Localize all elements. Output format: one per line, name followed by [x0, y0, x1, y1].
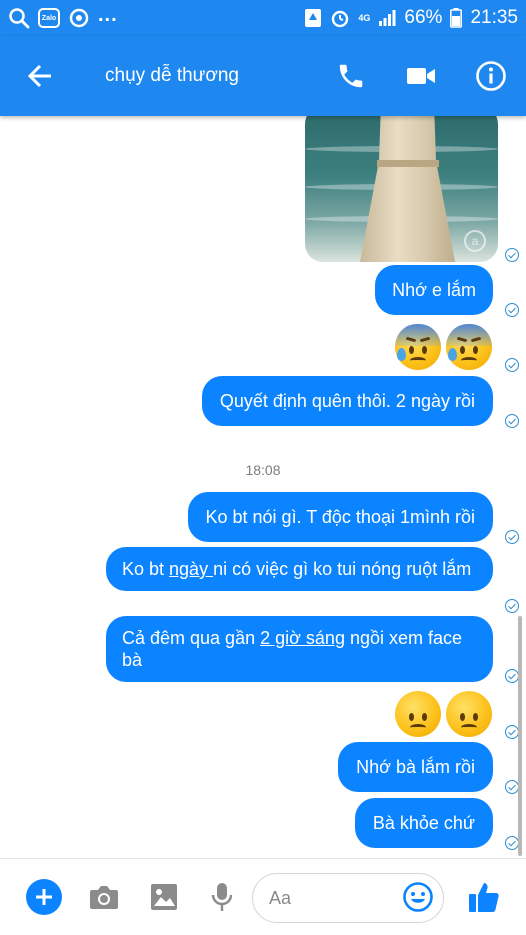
seen-check-icon — [505, 530, 519, 544]
back-arrow-icon — [27, 64, 51, 88]
photo-message[interactable]: a — [305, 116, 498, 262]
signal-icon — [379, 10, 396, 26]
info-icon — [476, 61, 506, 91]
camera-button[interactable] — [86, 879, 122, 915]
message-bubble[interactable]: Ko bt ngày ni có việc gì ko tui nóng ruộ… — [106, 547, 493, 591]
alarm-icon — [332, 10, 349, 28]
recycle-icon — [305, 9, 322, 27]
conversation-header: chụy dễ thương — [0, 36, 526, 116]
emoji-button[interactable] — [402, 881, 434, 913]
status-bar: Zalo ... 4G 66% 21:35 — [0, 0, 526, 36]
clock: 21:35 — [470, 7, 518, 28]
message-bubble[interactable]: Nhớ e lắm — [375, 265, 493, 315]
video-camera-icon — [407, 68, 435, 84]
like-button[interactable] — [466, 879, 502, 915]
more-actions-button[interactable] — [26, 879, 62, 915]
message-bubble[interactable]: Cả đêm qua gần 2 giờ sáng ngồi xem face … — [106, 616, 493, 682]
watermark-icon: a — [464, 230, 486, 252]
cold-sweat-emoji[interactable] — [395, 324, 441, 370]
message-timestamp: 18:08 — [245, 462, 281, 478]
seen-check-icon — [505, 414, 519, 428]
battery-icon — [450, 8, 463, 28]
message-list[interactable]: a Nhớ e lắm Quyết định quên thôi. 2 ngày… — [0, 116, 526, 858]
message-bubble[interactable]: Nhớ bà lắm rồi — [338, 742, 493, 792]
battery-percent: 66% — [404, 7, 443, 28]
zalo-icon: Zalo — [38, 8, 60, 28]
image-icon — [151, 884, 177, 910]
message-bubble[interactable]: Quyết định quên thôi. 2 ngày rồi — [201, 376, 493, 426]
seen-check-icon — [505, 669, 519, 683]
seen-check-icon — [505, 303, 519, 317]
seen-check-icon — [505, 836, 519, 850]
thumbs-up-icon — [469, 883, 499, 912]
search-icon — [9, 8, 30, 29]
phone-icon — [339, 64, 363, 88]
seen-check-icon — [505, 248, 519, 262]
seen-check-icon — [505, 599, 519, 613]
info-button[interactable] — [456, 36, 526, 116]
voice-message-button[interactable] — [204, 879, 240, 915]
frowning-emoji[interactable] — [395, 691, 441, 737]
time-link[interactable]: 2 giờ sáng — [260, 628, 345, 648]
seen-check-icon — [505, 725, 519, 739]
camera-icon — [90, 886, 118, 909]
video-call-button[interactable] — [386, 36, 456, 116]
voice-call-button[interactable] — [316, 36, 386, 116]
plus-icon — [36, 889, 52, 905]
seen-check-icon — [505, 358, 519, 372]
cold-sweat-emoji[interactable] — [446, 324, 492, 370]
microphone-icon — [211, 883, 233, 911]
dress-figure — [360, 116, 455, 262]
scrollbar[interactable] — [518, 616, 522, 856]
date-link[interactable]: ngày — [169, 559, 213, 579]
contact-name[interactable]: chụy dễ thương — [105, 65, 316, 87]
seen-check-icon — [505, 780, 519, 794]
sync-icon — [69, 8, 89, 28]
smiley-icon — [403, 882, 433, 912]
message-bubble[interactable]: Bà khỏe chứ — [354, 798, 493, 848]
message-composer — [0, 858, 526, 935]
back-button[interactable] — [0, 36, 80, 116]
notification-overflow: ... — [98, 3, 118, 26]
message-bubble[interactable]: Ko bt nói gì. T độc thoại 1mình rồi — [187, 492, 493, 542]
frowning-emoji[interactable] — [446, 691, 492, 737]
gallery-button[interactable] — [146, 879, 182, 915]
network-type: 4G — [358, 13, 371, 23]
